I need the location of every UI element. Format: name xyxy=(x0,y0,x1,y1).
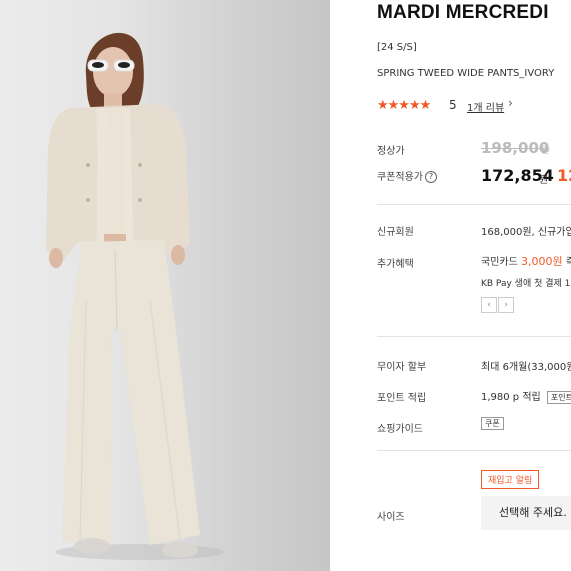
coupon-price-unit: 원 xyxy=(539,175,549,186)
extra-benefit-value: 국민카드 3,000원 즉 xyxy=(481,253,571,269)
guide-row: 쿠폰 xyxy=(481,417,504,430)
list-price-unit: 원 xyxy=(541,146,550,156)
point-row: 1,980 p 적립 포인트 xyxy=(481,388,571,404)
card-suffix: 즉 xyxy=(565,257,571,268)
shopping-guide-label: 쇼핑가이드 xyxy=(377,424,423,435)
product-info-panel: MARDI MERCREDI [24 S/S] SPRING TWEED WID… xyxy=(377,0,571,571)
card-name: 국민카드 xyxy=(481,257,521,268)
extra-benefit-label: 추가혜택 xyxy=(377,259,414,270)
next-icon[interactable]: › xyxy=(498,297,514,313)
season-tag: [24 S/S] xyxy=(377,42,417,53)
divider xyxy=(377,204,571,205)
discount-rate: 12 xyxy=(557,166,571,185)
review-link[interactable]: 1개 리뷰 xyxy=(467,99,504,114)
benefit-pager: ‹ › xyxy=(481,297,515,313)
rating-stars-icon: ★★★★★ xyxy=(377,98,431,113)
installment-value: 최대 6개월(33,000원 xyxy=(481,362,571,373)
divider xyxy=(377,336,571,337)
point-label: 포인트 적립 xyxy=(377,393,427,404)
card-discount: 3,000원 xyxy=(520,255,563,268)
kbpay-benefit: KB Pay 생애 첫 결제 1 xyxy=(481,279,571,289)
coupon-price-label: 쿠폰적용가? xyxy=(377,168,437,183)
divider xyxy=(377,450,571,451)
help-icon[interactable]: ? xyxy=(425,171,437,183)
list-price-label: 정상가 xyxy=(377,146,405,157)
rating-score: 5 xyxy=(449,98,457,112)
coupon-button[interactable]: 쿠폰 xyxy=(481,417,504,430)
list-price: 198,000 xyxy=(481,139,550,157)
new-member-label: 신규회원 xyxy=(377,227,414,238)
restock-alert-button[interactable]: 재입고 알림 xyxy=(481,470,540,489)
installment-label: 무이자 할부 xyxy=(377,362,427,373)
size-label: 사이즈 xyxy=(377,512,405,523)
product-name: SPRING TWEED WIDE PANTS_IVORY xyxy=(377,68,555,79)
product-image xyxy=(0,0,330,571)
brand-name[interactable]: MARDI MERCREDI xyxy=(377,2,549,24)
prev-icon[interactable]: ‹ xyxy=(481,297,497,313)
point-value: 1,980 p 적립 xyxy=(481,392,541,403)
size-select[interactable]: 선택해 주세요. xyxy=(481,496,571,530)
chevron-right-icon[interactable]: › xyxy=(508,96,513,110)
point-button[interactable]: 포인트 xyxy=(546,391,571,404)
coupon-price-label-text: 쿠폰적용가 xyxy=(377,172,423,183)
model-photo-icon xyxy=(46,32,225,560)
new-member-value: 168,000원, 신규가입 xyxy=(481,227,571,238)
